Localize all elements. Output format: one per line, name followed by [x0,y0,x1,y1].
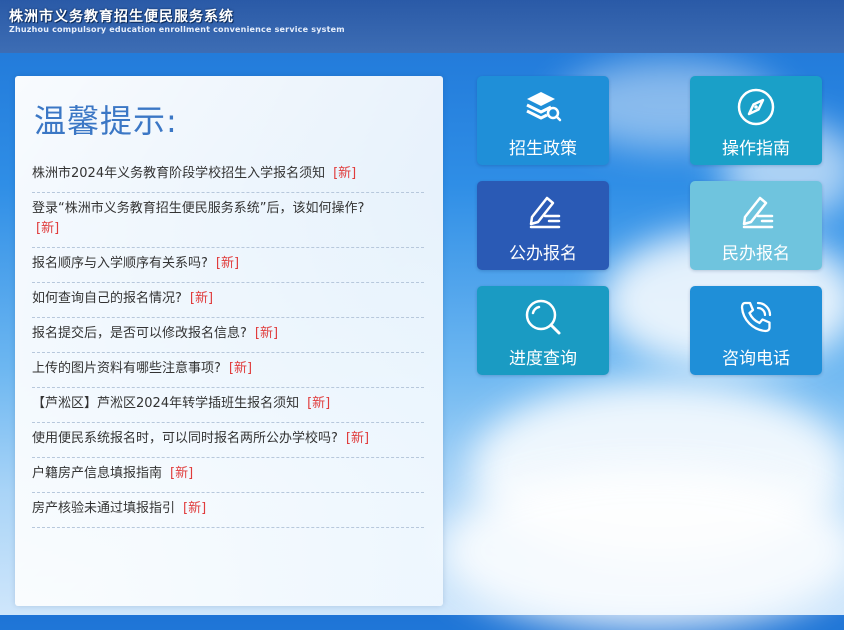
notice-item[interactable]: 【芦淞区】芦淞区2024年转学插班生报名须知 [新] [32,388,424,423]
notice-item-text[interactable]: 户籍房产信息填报指南 [32,466,162,481]
tile-label: 咨询电话 [722,349,790,369]
stack-search-icon [526,92,562,122]
site-title: 株洲市义务教育招生便民服务系统 [9,9,234,25]
tile-label: 公办报名 [509,244,577,264]
tile-label: 民办报名 [722,244,790,264]
notice-item-text[interactable]: 上传的图片资料有哪些注意事项? [32,361,221,376]
notice-heading: 温馨提示: [34,102,178,140]
notice-item-text[interactable]: 登录“株洲市义务教育招生便民服务系统”后，该如何操作? [32,201,364,216]
notice-item-text[interactable]: 【芦淞区】芦淞区2024年转学插班生报名须知 [32,396,299,411]
notice-item[interactable]: 报名顺序与入学顺序有关系吗? [新] [32,248,424,283]
notice-item[interactable]: 房产核验未通过填报指引 [新] [32,493,424,528]
notice-panel: 温馨提示: 株洲市2024年义务教育阶段学校招生入学报名须知 [新] 登录“株洲市… [15,76,443,606]
new-badge: [新] [170,466,194,481]
tile-label: 操作指南 [722,139,790,159]
operation-guide-button[interactable]: 操作指南 [690,76,822,165]
magnifier-icon [525,299,561,335]
private-school-registration-button[interactable]: 民办报名 [690,181,822,270]
notice-item[interactable]: 使用便民系统报名时，可以同时报名两所公办学校吗? [新] [32,423,424,458]
notice-item[interactable]: 户籍房产信息填报指南 [新] [32,458,424,493]
new-badge: [新] [189,291,214,306]
new-badge: [新] [36,221,60,236]
notice-list: 株洲市2024年义务教育阶段学校招生入学报名须知 [新] 登录“株洲市义务教育招生… [32,158,424,528]
pen-form-icon [529,196,561,229]
new-badge: [新] [333,166,357,181]
notice-item-text[interactable]: 报名提交后，是否可以修改报名信息? [32,326,247,341]
public-school-registration-button[interactable]: 公办报名 [477,181,609,270]
notice-item[interactable]: 登录“株洲市义务教育招生便民服务系统”后，该如何操作? [新] [32,193,424,248]
new-badge: [新] [183,501,207,516]
notice-item-text[interactable]: 株洲市2024年义务教育阶段学校招生入学报名须知 [32,166,325,181]
notice-item[interactable]: 株洲市2024年义务教育阶段学校招生入学报名须知 [新] [32,158,424,193]
progress-query-button[interactable]: 进度查询 [477,286,609,375]
compass-icon [737,88,775,126]
new-badge: [新] [254,326,279,341]
notice-item-text[interactable]: 如何查询自己的报名情况? [32,291,182,306]
new-badge: [新] [228,361,253,376]
notice-item-text[interactable]: 房产核验未通过填报指引 [32,501,175,516]
new-badge: [新] [345,431,370,446]
notice-item[interactable]: 如何查询自己的报名情况? [新] [32,283,424,318]
tile-label: 进度查询 [509,349,577,369]
notice-item[interactable]: 上传的图片资料有哪些注意事项? [新] [32,353,424,388]
site-header: 株洲市义务教育招生便民服务系统 Zhuzhou compulsory educa… [0,0,844,53]
notice-item[interactable]: 报名提交后，是否可以修改报名信息? [新] [32,318,424,353]
tile-label: 招生政策 [509,139,577,159]
notice-item-text[interactable]: 使用便民系统报名时，可以同时报名两所公办学校吗? [32,431,338,446]
notice-item-text[interactable]: 报名顺序与入学顺序有关系吗? [32,256,208,271]
phone-icon [740,301,772,333]
consultation-phone-button[interactable]: 咨询电话 [690,286,822,375]
pen-form-icon [742,196,774,229]
new-badge: [新] [307,396,331,411]
site-subtitle: Zhuzhou compulsory education enrollment … [9,25,345,34]
enrollment-policy-button[interactable]: 招生政策 [477,76,609,165]
new-badge: [新] [215,256,240,271]
